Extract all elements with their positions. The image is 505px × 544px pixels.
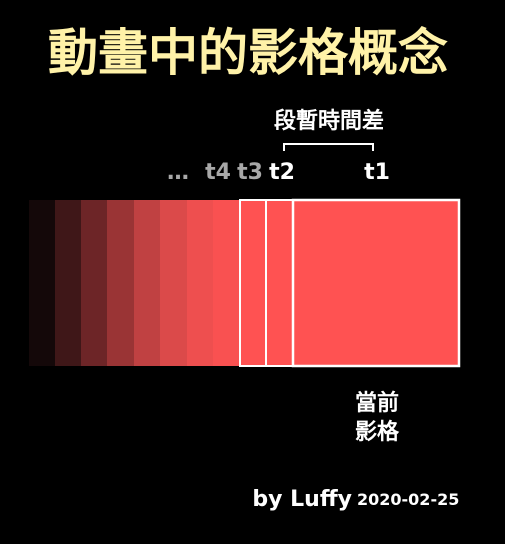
frame-label-t3: t3 <box>237 160 263 185</box>
frame-label-ellipsis: … <box>167 160 189 185</box>
credit-author: by Luffy <box>252 487 352 512</box>
current-frame <box>291 198 461 368</box>
credit-date: 2020-02-25 <box>357 490 459 509</box>
frame-label-t4: t4 <box>205 160 231 185</box>
interval-label: 段暫時間差 <box>274 108 384 134</box>
diagram-title: 動畫中的影格概念 <box>48 24 448 82</box>
current-frame-label-line1: 當前 <box>355 390 399 416</box>
current-frame-label-line2: 影格 <box>355 419 400 445</box>
frame-label-t1: t1 <box>364 160 390 185</box>
animation-frames-diagram: 動畫中的影格概念 段暫時間差 … t4 t3 t2 t1 當前 影格 by Lu… <box>0 0 505 544</box>
frame-label-t2: t2 <box>269 160 295 185</box>
